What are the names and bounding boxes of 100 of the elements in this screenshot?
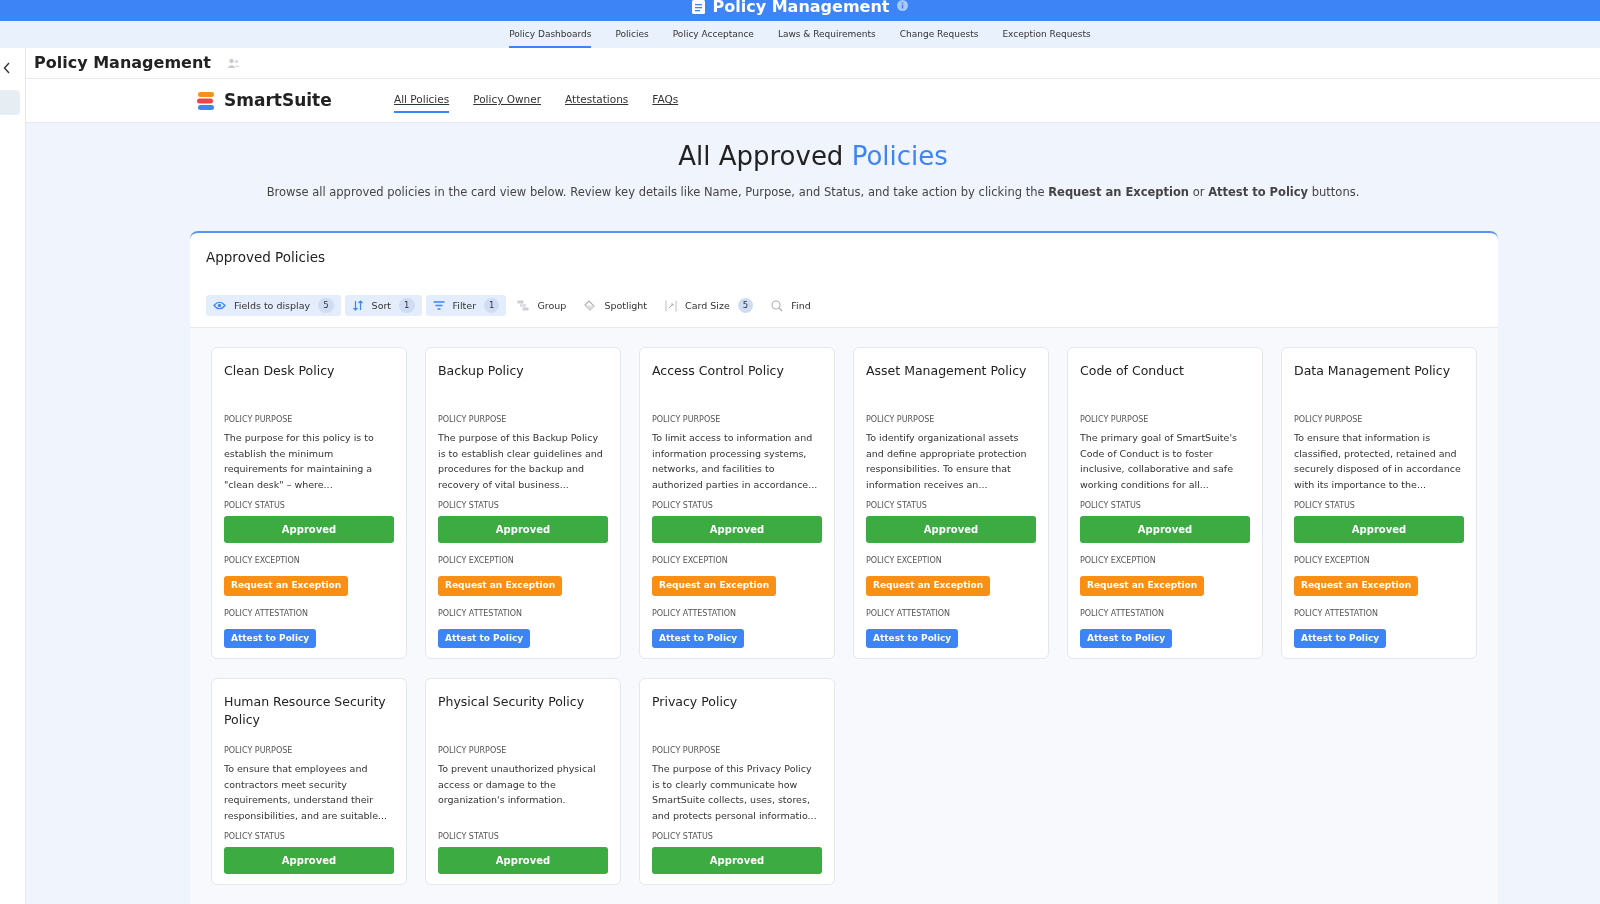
nav-tab[interactable]: Policy Acceptance bbox=[672, 21, 754, 48]
field-label: POLICY ATTESTATION bbox=[438, 607, 524, 620]
request-exception-button[interactable]: Request an Exception bbox=[224, 576, 349, 596]
nav-tab[interactable]: Policies bbox=[615, 21, 649, 48]
toolbar-button[interactable]: Fields to display 5 bbox=[206, 295, 341, 316]
purpose-text: To ensure that employees and contractors meet security requirements, understand their responsibilities, and are suitable... bbox=[224, 762, 389, 823]
page-heading-highlight: Policies bbox=[851, 141, 948, 171]
app-title: Policy Management bbox=[712, 0, 890, 17]
nav-tab[interactable]: Laws & Requirements bbox=[777, 21, 876, 48]
card-title: Backup Policy bbox=[438, 362, 525, 380]
attest-button[interactable]: Attest to Policy bbox=[1080, 628, 1173, 648]
status-button[interactable]: Approved bbox=[652, 516, 822, 543]
search-icon bbox=[771, 299, 784, 312]
field-label: POLICY ATTESTATION bbox=[224, 607, 310, 620]
toolbar-button[interactable]: Spotlight bbox=[577, 295, 655, 316]
toolbar-button[interactable]: Filter 1 bbox=[425, 295, 507, 316]
status-button[interactable]: Approved bbox=[1294, 516, 1464, 543]
field-label: POLICY ATTESTATION bbox=[652, 607, 738, 620]
people-icon[interactable] bbox=[226, 57, 240, 69]
field-label: POLICY STATUS bbox=[1294, 500, 1356, 512]
field-label: POLICY PURPOSE bbox=[224, 745, 294, 757]
nav-tab[interactable]: Change Requests bbox=[899, 21, 979, 48]
attest-button[interactable]: Attest to Policy bbox=[224, 628, 317, 648]
brand-name: SmartSuite bbox=[224, 89, 332, 112]
status-button[interactable]: Approved bbox=[438, 516, 608, 543]
count-pill: 1 bbox=[399, 298, 415, 313]
back-icon[interactable] bbox=[3, 62, 11, 74]
attest-button[interactable]: Attest to Policy bbox=[652, 628, 745, 648]
field-label: POLICY PURPOSE bbox=[652, 414, 722, 426]
field-label: POLICY STATUS bbox=[866, 500, 928, 512]
purpose-text: To identify organizational assets and define appropriate protection responsibilities. To ensure that information receives an... bbox=[866, 431, 1028, 492]
nav-tab[interactable]: Policy Dashboards bbox=[509, 21, 592, 48]
field-label: POLICY PURPOSE bbox=[224, 414, 294, 426]
resize-icon bbox=[665, 299, 678, 312]
field-label: POLICY ATTESTATION bbox=[1294, 607, 1380, 620]
group-icon bbox=[517, 300, 530, 312]
card-title: Asset Management Policy bbox=[866, 362, 1028, 380]
nav-link[interactable]: Policy Owner bbox=[473, 88, 542, 113]
nav-link[interactable]: Attestations bbox=[565, 88, 629, 113]
field-label: POLICY PURPOSE bbox=[1080, 414, 1150, 426]
field-label: POLICY EXCEPTION bbox=[224, 555, 301, 567]
field-label: POLICY STATUS bbox=[652, 831, 714, 843]
field-label: POLICY EXCEPTION bbox=[1080, 555, 1157, 567]
status-button[interactable]: Approved bbox=[866, 516, 1036, 543]
field-label: POLICY EXCEPTION bbox=[652, 555, 729, 567]
toolbar-button[interactable]: Group bbox=[510, 295, 574, 316]
field-label: POLICY EXCEPTION bbox=[438, 555, 515, 567]
field-label: POLICY EXCEPTION bbox=[866, 555, 943, 567]
filter-icon bbox=[432, 301, 445, 311]
request-exception-button[interactable]: Request an Exception bbox=[1080, 576, 1205, 596]
purpose-text: To ensure that information is classified, protected, retained and securely disposed of in accordance with its importance to the... bbox=[1294, 431, 1462, 492]
toolbar-button[interactable]: Find bbox=[764, 295, 818, 316]
field-label: POLICY STATUS bbox=[224, 500, 286, 512]
nav-link[interactable]: All Policies bbox=[394, 88, 450, 113]
attest-button[interactable]: Attest to Policy bbox=[1294, 628, 1387, 648]
purpose-text: The primary goal of SmartSuite's Code of Conduct is to foster inclusive, collaborative and safe working conditions for all... bbox=[1080, 431, 1238, 492]
card-title: Data Management Policy bbox=[1294, 362, 1452, 380]
field-label: POLICY ATTESTATION bbox=[1080, 607, 1166, 620]
nav-link[interactable]: FAQs bbox=[652, 88, 679, 113]
request-exception-button[interactable]: Request an Exception bbox=[438, 576, 563, 596]
nav-tab[interactable]: Exception Requests bbox=[1002, 21, 1091, 48]
card-title: Code of Conduct bbox=[1080, 362, 1185, 380]
field-label: POLICY STATUS bbox=[652, 500, 714, 512]
field-label: POLICY STATUS bbox=[438, 831, 500, 843]
page-description: Browse all approved policies in the card view below. Review key details like Name, Purpose, and Status, and take action by clicking the Request an Exception or Attest to Policy buttons. bbox=[265, 184, 1361, 201]
card-title: Clean Desk Policy bbox=[224, 362, 336, 380]
toolbar-button[interactable]: Sort 1 bbox=[344, 295, 422, 316]
panel-title: Approved Policies bbox=[206, 249, 325, 266]
purpose-text: The purpose of this Privacy Policy is to clearly communicate how SmartSuite collects, uses, stores, and protects personal informatio... bbox=[652, 762, 818, 823]
page-heading: All Approved bbox=[678, 141, 844, 171]
page-title: Policy Management bbox=[34, 52, 211, 75]
purpose-text: To limit access to information and information processing systems, networks, and facilities to authorized parties in accordance... bbox=[652, 431, 819, 492]
count-pill: 5 bbox=[318, 298, 334, 313]
purpose-text: To prevent unauthorized physical access or damage to the organization's information. bbox=[438, 762, 597, 807]
request-exception-button[interactable]: Request an Exception bbox=[866, 576, 991, 596]
status-button[interactable]: Approved bbox=[224, 847, 394, 874]
request-exception-button[interactable]: Request an Exception bbox=[652, 576, 777, 596]
field-label: POLICY EXCEPTION bbox=[1294, 555, 1371, 567]
card-title: Physical Security Policy bbox=[438, 693, 586, 711]
status-button[interactable]: Approved bbox=[224, 516, 394, 543]
status-button[interactable]: Approved bbox=[652, 847, 822, 874]
field-label: POLICY PURPOSE bbox=[866, 414, 936, 426]
field-label: POLICY ATTESTATION bbox=[866, 607, 952, 620]
field-label: POLICY PURPOSE bbox=[438, 414, 508, 426]
purpose-text: The purpose of this Backup Policy is to establish clear guidelines and procedures for the backup and recovery of vital business... bbox=[438, 431, 604, 492]
info-icon[interactable] bbox=[897, 0, 909, 11]
field-label: POLICY STATUS bbox=[1080, 500, 1142, 512]
count-pill: 1 bbox=[484, 298, 500, 313]
status-button[interactable]: Approved bbox=[438, 847, 608, 874]
field-label: POLICY PURPOSE bbox=[652, 745, 722, 757]
toolbar-button[interactable]: Card Size 5 bbox=[658, 295, 761, 316]
field-label: POLICY PURPOSE bbox=[1294, 414, 1364, 426]
paint-bucket-icon bbox=[584, 300, 597, 312]
request-exception-button[interactable]: Request an Exception bbox=[1294, 576, 1419, 596]
attest-button[interactable]: Attest to Policy bbox=[438, 628, 531, 648]
eye-icon bbox=[213, 301, 226, 311]
status-button[interactable]: Approved bbox=[1080, 516, 1250, 543]
count-pill: 5 bbox=[737, 298, 754, 313]
logo-icon bbox=[196, 90, 216, 111]
attest-button[interactable]: Attest to Policy bbox=[866, 628, 959, 648]
